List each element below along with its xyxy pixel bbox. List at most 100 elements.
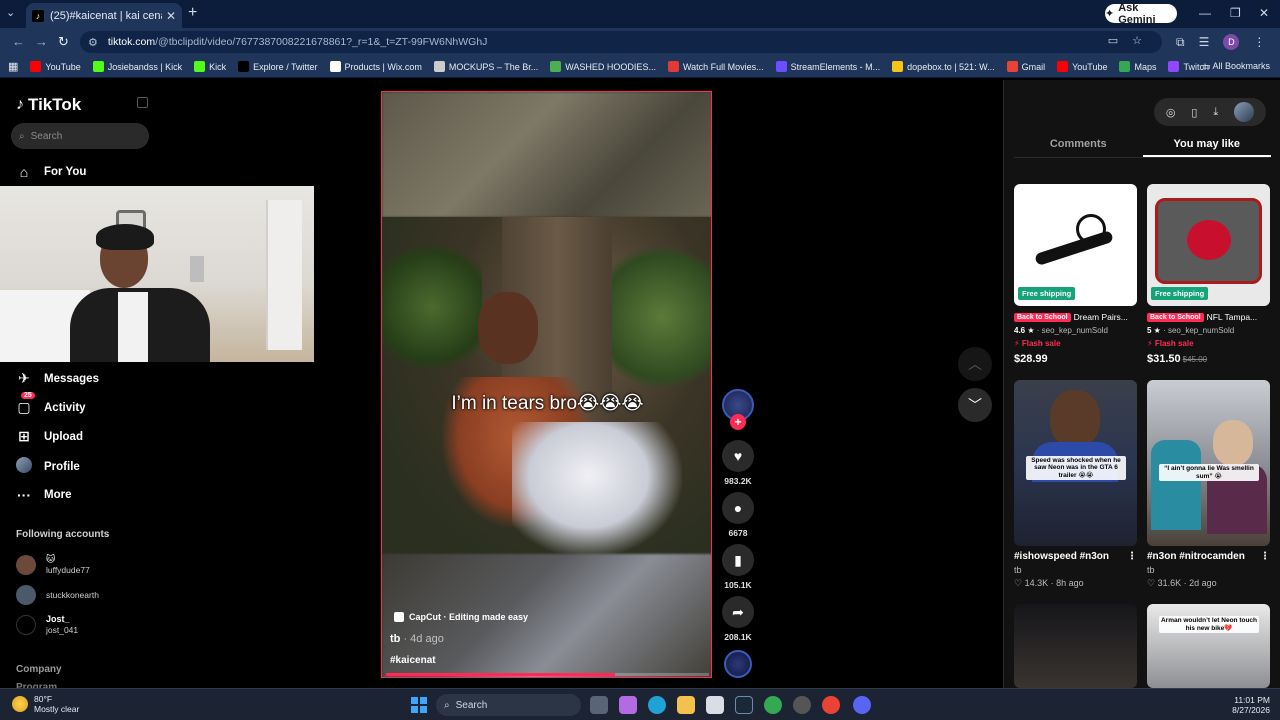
close-window-icon[interactable]: ✕ [1259, 6, 1269, 20]
new-tab-plus-icon[interactable]: + [188, 4, 197, 22]
nav-more[interactable]: ··· More [16, 487, 71, 503]
bookmark-item[interactable]: StreamElements - M... [775, 61, 880, 72]
tab-close-icon[interactable]: ✕ [166, 9, 176, 23]
chevron-up-icon: ︿ [968, 356, 982, 372]
minimize-icon[interactable]: — [1199, 6, 1211, 20]
product-price-2: $31.50 [1147, 353, 1181, 365]
suggested-video-2[interactable]: “I ain’t gonna lie Was smellin sum” 😭 #n… [1147, 380, 1270, 589]
bookmark-item[interactable]: WASHED HOODIES... [550, 61, 656, 72]
bookmark-item[interactable]: YouTube [1057, 61, 1107, 72]
browser-menu-icon[interactable]: ⋮ [1253, 35, 1265, 49]
bookmark-item[interactable]: Josiebandss | Kick [92, 61, 182, 72]
reload-icon[interactable]: ↻ [58, 34, 69, 50]
file-explorer-icon[interactable] [677, 696, 695, 714]
compass-icon[interactable]: ◎ [1166, 106, 1176, 119]
suggested-video-3[interactable] [1014, 604, 1137, 688]
bookmark-item[interactable]: YouTube [30, 61, 81, 72]
like-button[interactable]: ♥ [722, 440, 754, 472]
nav-activity[interactable]: ▢ 25 Activity [16, 392, 86, 416]
tab-search-chevron-icon[interactable]: ⌄ [6, 6, 15, 19]
restore-icon[interactable]: ❐ [1230, 6, 1241, 20]
bookmark-item[interactable]: Gmail [1006, 61, 1045, 72]
task-view-icon[interactable] [590, 696, 608, 714]
bookmark-item[interactable]: Explore / Twitter [238, 61, 318, 72]
bookmark-item[interactable]: Kick [194, 61, 226, 72]
video-author[interactable]: tb · 4d ago [390, 633, 444, 645]
bookmark-star-icon[interactable]: ☆ [1132, 34, 1142, 47]
taskbar-search[interactable]: ⌕ Search [436, 694, 581, 716]
edge-icon[interactable] [648, 696, 666, 714]
following-account-2[interactable]: stuckkonearth [16, 585, 99, 605]
store-icon[interactable] [706, 696, 724, 714]
chrome-icon[interactable] [764, 696, 782, 714]
steam-icon[interactable] [735, 696, 753, 714]
video-options-icon[interactable]: ⋮ [1260, 551, 1270, 562]
suggested-video-1[interactable]: Speed was shocked when he saw Neon was i… [1014, 380, 1137, 589]
bookmark-favicon-icon [1119, 61, 1131, 72]
suggested-author-1: tb [1014, 565, 1022, 575]
suggested-title-1: #ishowspeed #n3on [1014, 551, 1110, 562]
profile-avatar[interactable]: D [1223, 34, 1240, 50]
forward-arrow-icon[interactable]: → [35, 34, 48, 49]
thumb-caption-2: “I ain’t gonna lie Was smellin sum” 😭 [1159, 464, 1259, 481]
back-arrow-icon[interactable]: ← [12, 34, 25, 49]
video-options-icon[interactable]: ⋮ [1127, 551, 1137, 562]
comment-button[interactable]: ● [722, 492, 754, 524]
windows-start-icon[interactable] [411, 697, 427, 713]
suggested-video-4[interactable]: Arman wouldn’t let Neon touch his new bi… [1147, 604, 1270, 688]
following-account-3[interactable]: Jost_ jost_041 [16, 614, 78, 636]
site-info-icon[interactable]: ⚙ [88, 36, 98, 49]
collapse-sidebar-icon[interactable] [137, 97, 148, 108]
previous-video-button[interactable]: ︿ [958, 347, 992, 381]
next-video-button[interactable]: ﹀ [958, 388, 992, 422]
video-hashtag[interactable]: #kaicenat [390, 655, 436, 666]
ask-gemini-button[interactable]: ✦ Ask Gemini [1105, 2, 1177, 26]
footer-company-link[interactable]: Company [16, 664, 62, 675]
tab-comments[interactable]: Comments [1014, 132, 1143, 157]
weather-widget[interactable]: 80°F Mostly clear [12, 694, 79, 714]
share-button[interactable]: ➦ [722, 596, 754, 628]
product-image-2: Free shipping [1147, 184, 1270, 306]
download-icon[interactable]: ⤓ [1213, 106, 1218, 119]
search-input[interactable]: ⌕ Search [11, 123, 149, 149]
video-player[interactable]: I’m in tears bro😭😭😭 CapCut · Editing mad… [381, 91, 712, 678]
bookmark-item[interactable]: Maps [1119, 61, 1156, 72]
video-caption: I’m in tears bro😭😭😭 [451, 393, 644, 414]
suggested-meta-2: ♡ 31.6K · 2d ago [1147, 578, 1217, 588]
nav-messages[interactable]: ✈ Messages [16, 370, 99, 387]
bookmark-item[interactable]: dopebox.to | 521: W... [892, 61, 995, 72]
follow-plus-button[interactable]: + [730, 414, 746, 430]
tiktok-page: ♪ TikTok ⌕ Search ⌂ For You ✈ Messages ▢… [0, 80, 1280, 688]
nav-for-you[interactable]: ⌂ For You [16, 164, 87, 180]
tiktok-logo[interactable]: ♪ TikTok [16, 95, 81, 115]
reading-list-icon[interactable]: ☰ [1199, 35, 1210, 49]
browser-tab-active[interactable]: ♪ (25)#kaicenat | kai cenat perfo ✕ [26, 3, 182, 28]
system-clock[interactable]: 11:01 PM 8/27/2026 [1232, 695, 1270, 715]
chrome-active-icon[interactable] [822, 696, 840, 714]
product-card-2[interactable]: Free shipping Back to School NFL Tampa...… [1147, 184, 1270, 365]
address-bar[interactable]: ⚙ tiktok.com /@tbclipdit/video/767738700… [80, 31, 1162, 53]
cast-icon[interactable]: ▭ [1108, 34, 1118, 47]
bookmark-item[interactable]: Products | Wix.com [329, 61, 422, 72]
nav-upload[interactable]: ⊞ Upload [16, 428, 83, 445]
capcut-link[interactable]: CapCut · Editing made easy [394, 609, 528, 625]
nav-profile-label: Profile [44, 460, 80, 473]
phone-icon[interactable]: ▯ [1191, 106, 1197, 119]
copilot-icon[interactable] [619, 696, 637, 714]
nav-profile[interactable]: Profile [16, 457, 80, 476]
bookmark-item[interactable]: Watch Full Movies... [667, 61, 764, 72]
sound-disc-icon[interactable] [724, 650, 752, 678]
save-button[interactable]: ▮ [722, 544, 754, 576]
product-card-1[interactable]: Free shipping Back to School Dream Pairs.… [1014, 184, 1137, 365]
tiktok-favicon-icon: ♪ [32, 9, 44, 22]
extensions-icon[interactable]: ⧉ [1176, 35, 1185, 50]
apps-grid-icon[interactable]: ▦ [8, 60, 18, 73]
tab-you-may-like[interactable]: You may like [1142, 132, 1271, 157]
all-bookmarks-button[interactable]: ▭ All Bookmarks [1202, 61, 1270, 72]
following-account-1[interactable]: 🐱 luffydude77 [16, 554, 90, 576]
video-progress-bar[interactable] [386, 673, 709, 676]
obs-icon[interactable] [793, 696, 811, 714]
user-avatar[interactable] [1234, 102, 1255, 122]
discord-icon[interactable] [853, 696, 871, 714]
bookmark-item[interactable]: MOCKUPS – The Br... [433, 61, 538, 72]
